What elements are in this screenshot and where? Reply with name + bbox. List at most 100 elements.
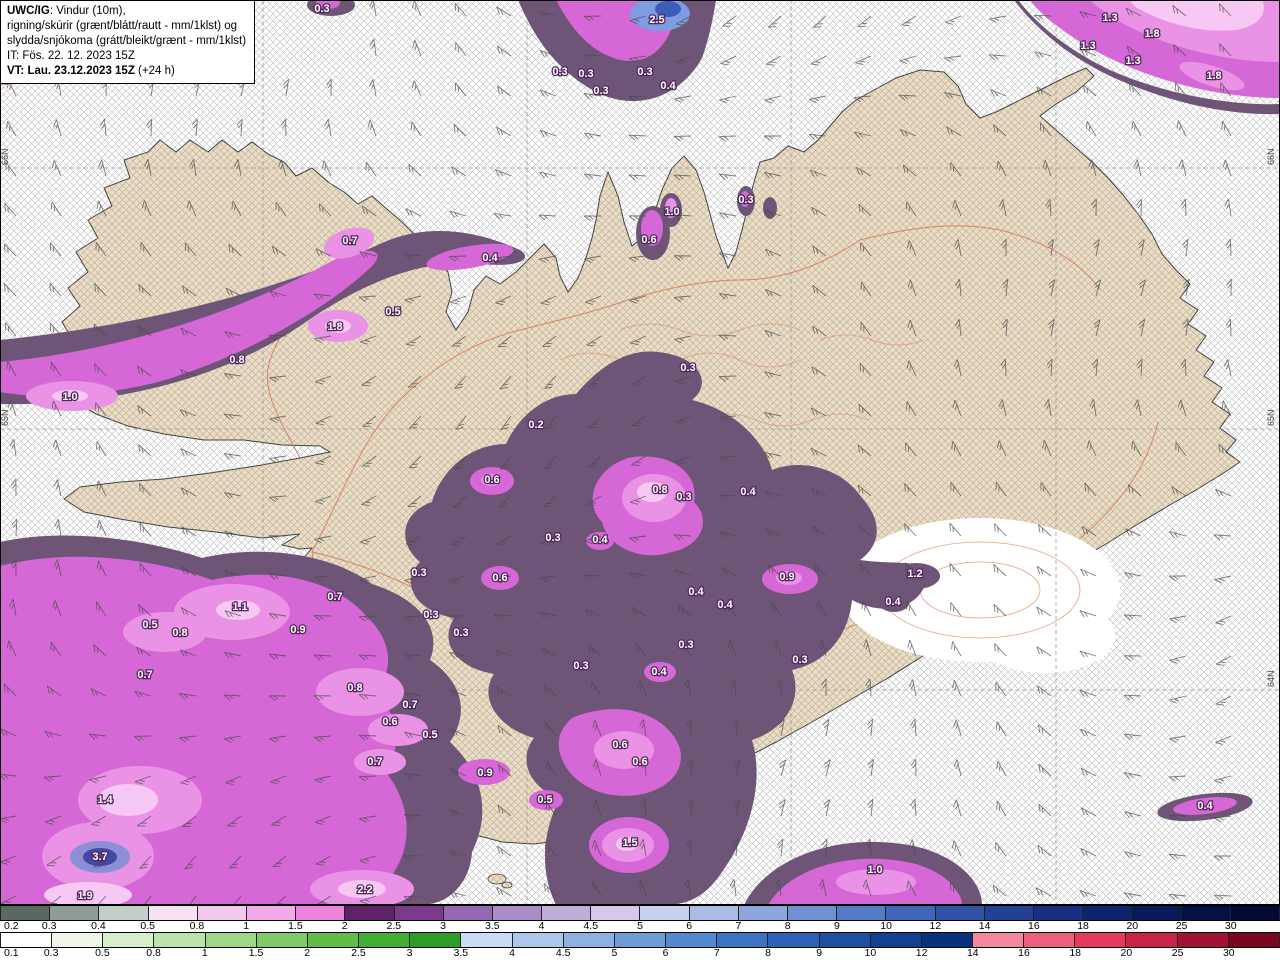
precip-value-label: 0.3: [676, 491, 691, 503]
legend-cell: [1126, 933, 1178, 947]
latitude-label: 66N: [0, 148, 10, 165]
precip-value-label: 0.2: [528, 419, 543, 431]
legend-value-label: 1: [201, 947, 208, 959]
legend-value-label: 2: [341, 920, 348, 932]
legend-value-label: 0.3: [43, 947, 59, 959]
precip-value-label: 0.3: [678, 639, 693, 651]
precip-value-label: 0.3: [453, 627, 468, 639]
legend-cell: [614, 933, 667, 947]
precip-value-label: 0.6: [382, 716, 397, 728]
precip-value-label: 0.7: [342, 235, 357, 247]
legend-value-label: 8: [765, 947, 771, 959]
latitude-label: 66N: [1266, 148, 1276, 165]
precip-value-label: 0.9: [290, 624, 305, 636]
legend: 0.2 0.3 0.4 0.5 0.8 1 1.5 2 2.5 3 3.5 4 4.5 5 6 7 8 9 10 12…: [0, 905, 1280, 960]
legend-value-label: 0.5: [95, 947, 110, 959]
legend-value-label: 18: [1077, 920, 1089, 932]
legend-value-label: 6: [662, 947, 669, 959]
legend-value-label: 3.5: [484, 920, 500, 932]
legend-value-label: 20: [1120, 947, 1133, 959]
precip-value-label: 0.4: [688, 586, 704, 598]
precip-value-label: 1.8: [327, 321, 342, 333]
precip-value-label: 0.6: [492, 572, 507, 584]
legend-value-label: 10: [864, 947, 877, 959]
legend-value-label: 4.5: [583, 920, 599, 932]
legend-value-label: 25: [1171, 947, 1184, 959]
legend-value-label: 1.5: [288, 920, 303, 932]
precip-value-label: 0.7: [137, 669, 152, 681]
lead-time: (+24 h): [134, 64, 175, 77]
precip-value-label: 0.4: [740, 486, 756, 498]
legend-value-label: 25: [1175, 920, 1188, 932]
legend-cell: [935, 906, 985, 920]
latitude-label: 65N: [1266, 409, 1276, 426]
legend-value-label: 9: [834, 920, 840, 932]
precip-value-label: 0.3: [578, 68, 593, 80]
precip-value-label: 0.9: [477, 767, 492, 779]
weather-map-page: UWC/IG: Vindur (10m), rigning/skúrir (gr…: [0, 0, 1280, 960]
legend-value-label: 3.5: [453, 947, 469, 959]
legend-cell: [103, 933, 155, 947]
legend-cell: [410, 933, 462, 947]
precip-value-label: 0.9: [779, 571, 794, 583]
legend-value-label: 12: [929, 920, 942, 932]
legend-value-label: 18: [1069, 947, 1082, 959]
legend-value-label: 2.5: [351, 947, 366, 959]
precip-value-label: 0.3: [593, 85, 608, 97]
legend-value-label: 4: [538, 920, 545, 932]
legend-cell: [1075, 933, 1127, 947]
precip-value-label: 1.0: [664, 206, 679, 218]
legend-value-label: 0.2: [4, 920, 19, 932]
legend-cell: [1083, 906, 1133, 920]
legend-cell: [542, 906, 592, 920]
legend-cell: [296, 906, 346, 920]
precip-value-label: 0.5: [422, 729, 437, 741]
precip-value-label: 1.0: [62, 391, 77, 403]
legend-cell: [870, 933, 922, 947]
precip-value-label: 0.4: [660, 80, 676, 92]
legend-cell: [972, 933, 1025, 947]
precip-value-label: 0.4: [717, 599, 733, 611]
legend-cell: [0, 933, 53, 947]
precip-value-label: 0.4: [651, 666, 667, 678]
legend-value-label: 0.4: [91, 920, 106, 932]
legend-cell: [819, 933, 871, 947]
legend-cell: [1024, 933, 1076, 947]
info-line-3: slydda/snjókoma (grátt/bleikt/grænt - mm…: [7, 34, 247, 47]
legend-value-label: 10: [880, 920, 892, 932]
precip-value-label: 0.6: [612, 739, 627, 751]
legend-value-label: 16: [1028, 920, 1040, 932]
latitude-label: 64N: [1266, 670, 1276, 687]
legend-cell: [1228, 933, 1280, 947]
legend-value-label: 9: [816, 947, 823, 959]
legend-cell: [886, 906, 936, 920]
precip-value-label: 0.4: [592, 534, 608, 546]
legend-cell: [246, 906, 297, 920]
legend-value-label: 14: [978, 920, 991, 932]
legend-value-label: 5: [637, 920, 643, 932]
legend-cell: [256, 933, 308, 947]
legend-value-label: 12: [915, 947, 928, 959]
precip-value-label: 1.1: [232, 601, 247, 613]
precip-value-label: 0.3: [552, 66, 567, 78]
forecast-info-box: UWC/IG: Vindur (10m), rigning/skúrir (gr…: [0, 0, 256, 84]
legend-value-label: 7: [735, 920, 742, 932]
precip-value-label: 0.4: [885, 596, 901, 608]
info-line-5-valid-time: VT: Lau. 23.12.2023 15Z (+24 h): [7, 64, 246, 79]
valid-time: VT: Lau. 23.12.2023 15Z: [7, 64, 135, 77]
info-line-4-init-time: IT: Fös. 22. 12. 2023 15Z: [7, 49, 135, 62]
legend-cell: [307, 933, 360, 947]
legend-cell: [591, 906, 641, 920]
precip-value-label: 1.3: [1125, 55, 1140, 67]
legend-cell: [99, 906, 149, 920]
legend-cell: [148, 906, 198, 920]
legend-cell: [666, 933, 718, 947]
legend-cell: [50, 906, 100, 920]
legend-value-label: 6: [686, 920, 693, 932]
precip-value-label: 1.3: [1102, 12, 1117, 24]
legend-cell: [492, 906, 543, 920]
legend-value-label: 7: [713, 947, 720, 959]
legend-value-label: 2.5: [386, 920, 402, 932]
precip-value-label: 0.6: [632, 756, 647, 768]
precip-value-label: 1.5: [622, 837, 637, 849]
